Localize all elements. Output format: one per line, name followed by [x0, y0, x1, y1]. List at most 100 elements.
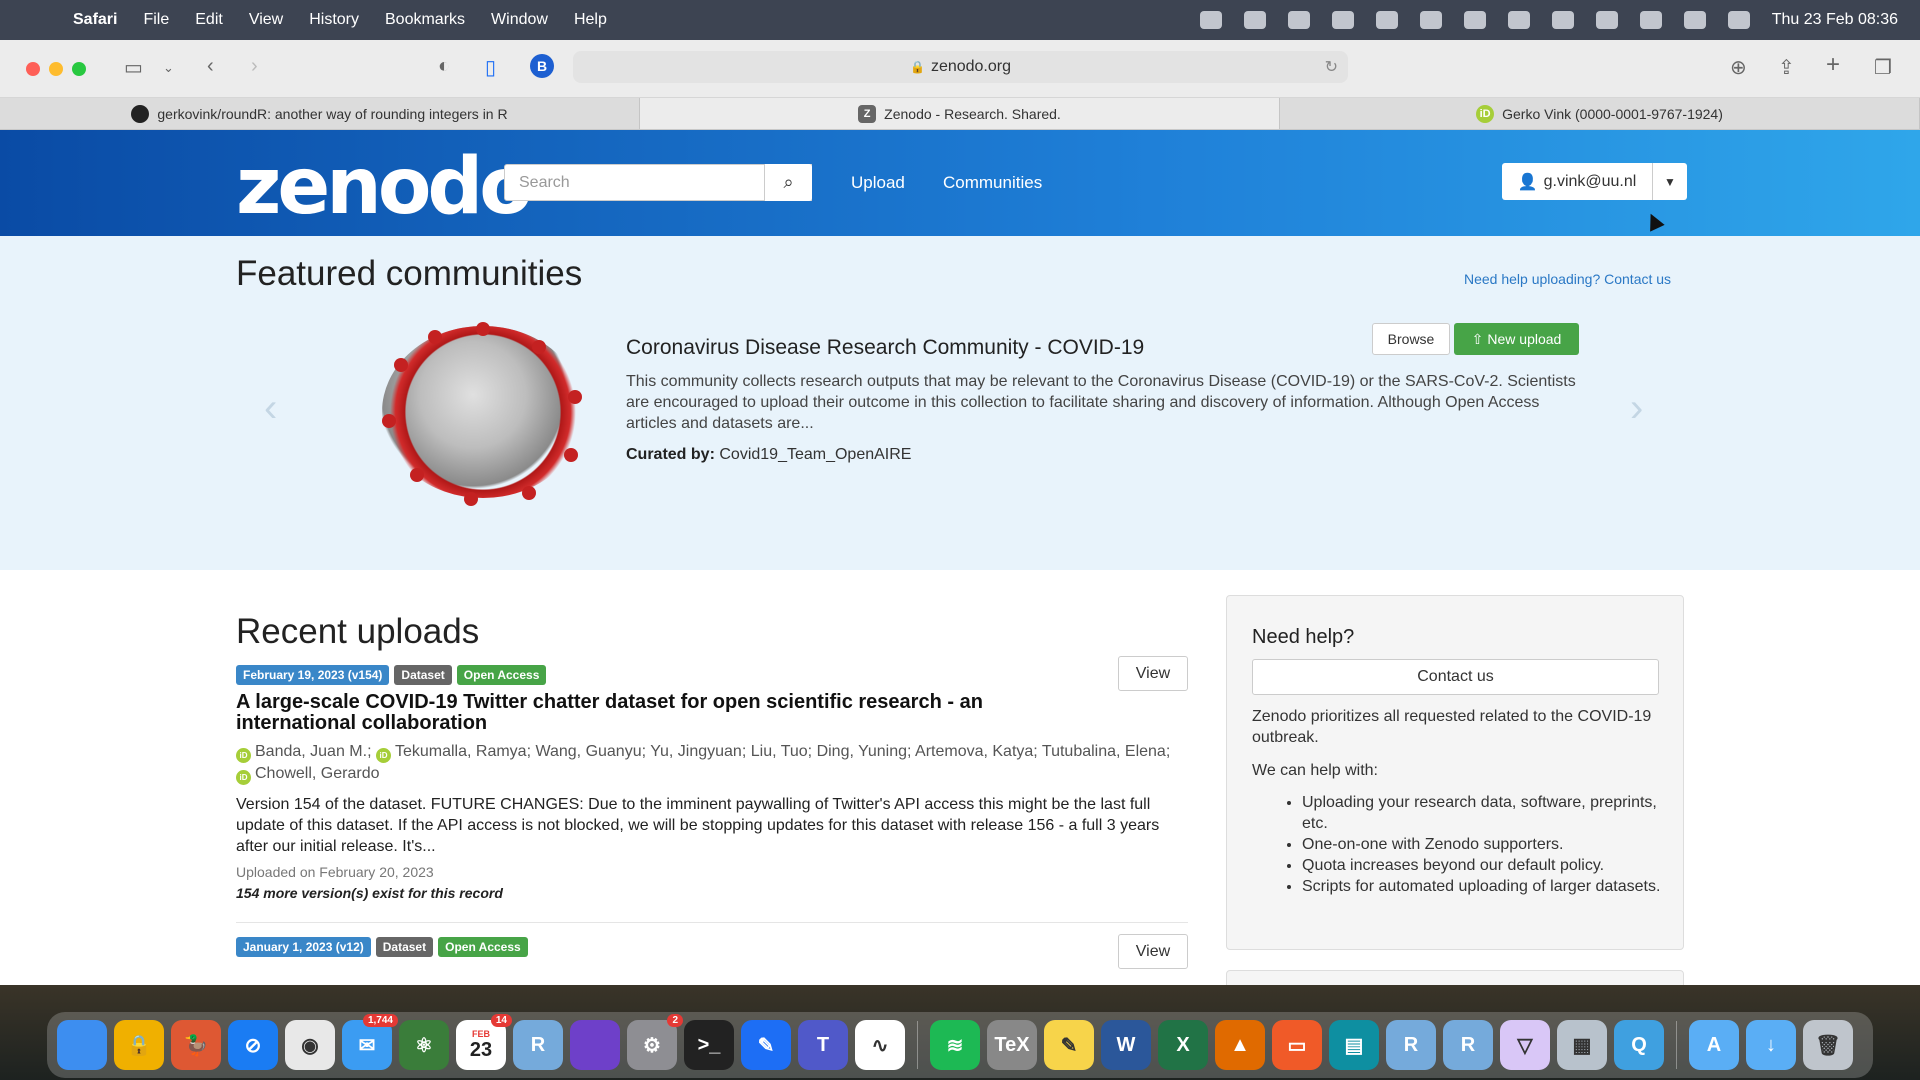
record-date-badge[interactable]: February 19, 2023 (v154): [236, 665, 390, 685]
display-icon[interactable]: [1419, 11, 1442, 29]
moon-icon[interactable]: [1463, 11, 1486, 29]
zoom-window-button[interactable]: [72, 61, 86, 76]
claquette-icon[interactable]: ▤: [1329, 1020, 1379, 1070]
lock-icon[interactable]: 🔒: [114, 1020, 164, 1070]
wifi-icon[interactable]: [1639, 11, 1662, 29]
menu-view[interactable]: View: [236, 11, 296, 29]
play-icon[interactable]: [1551, 11, 1574, 29]
vlc-icon[interactable]: ▲: [1215, 1020, 1265, 1070]
r-gui-icon[interactable]: R: [1443, 1020, 1493, 1070]
help-uploading-link[interactable]: Need help uploading? Contact us: [1464, 271, 1671, 287]
shield-icon[interactable]: ◐: [438, 55, 450, 78]
reload-icon[interactable]: ↻: [1325, 57, 1338, 77]
back-icon[interactable]: ‹: [207, 55, 214, 78]
control-center-icon[interactable]: [1727, 11, 1750, 29]
record-icon[interactable]: [1199, 11, 1222, 29]
orcid-icon[interactable]: iD: [236, 770, 251, 785]
word-icon[interactable]: W: [1101, 1020, 1151, 1070]
record-type-badge[interactable]: Dataset: [394, 665, 452, 685]
record-date-badge[interactable]: January 1, 2023 (v12): [236, 937, 371, 957]
notes-icon[interactable]: ✎: [1044, 1020, 1094, 1070]
vpn-status-icon[interactable]: [1243, 11, 1266, 29]
macos-dock: 🔒 🦆 ⊘ ◉ ✉ 1,744 ⚛ FEB 23 14 R ⚙ 2 >_ ✎ T ∿ ≋ TeX ✎ W X ▲ ▭ ▤ R R ▽ ▦…: [47, 1012, 1873, 1078]
orcid-icon[interactable]: iD: [375, 748, 391, 763]
minimize-window-button[interactable]: [49, 61, 63, 76]
tab-zenodo[interactable]: Z Zenodo - Research. Shared.: [640, 98, 1280, 129]
menu-help[interactable]: Help: [561, 11, 620, 29]
carousel-prev-icon[interactable]: ‹: [264, 386, 277, 431]
orcid-icon[interactable]: iD: [236, 748, 251, 763]
record-access-badge[interactable]: Open Access: [456, 665, 547, 685]
vpn-icon[interactable]: ▽: [1500, 1020, 1550, 1070]
preview-icon[interactable]: ▦: [1557, 1020, 1607, 1070]
finder-icon[interactable]: [57, 1020, 107, 1070]
user-menu-button[interactable]: 👤 g.vink@uu.nl: [1502, 163, 1652, 200]
address-bar[interactable]: 🔒 zenodo.org ↻: [573, 51, 1348, 83]
tex-icon[interactable]: TeX: [987, 1020, 1037, 1070]
toolbox-icon[interactable]: ▭: [1272, 1020, 1322, 1070]
view-record-button[interactable]: View: [1118, 934, 1188, 969]
menu-edit[interactable]: Edit: [182, 11, 236, 29]
user-dropdown-caret[interactable]: ▼: [1652, 163, 1687, 200]
close-window-button[interactable]: [26, 61, 40, 76]
atom-icon[interactable]: ⚛: [399, 1020, 449, 1070]
spotify-icon[interactable]: ≋: [930, 1020, 980, 1070]
search-button[interactable]: ⌕: [764, 164, 812, 201]
spotlight-icon[interactable]: [1683, 11, 1706, 29]
bluetooth-icon[interactable]: [1507, 11, 1530, 29]
tab-overview-icon[interactable]: ❐: [1874, 55, 1892, 80]
menu-history[interactable]: History: [296, 11, 372, 29]
downloads-folder-icon[interactable]: ↓: [1746, 1020, 1796, 1070]
calendar-icon[interactable]: FEB 23 14: [456, 1014, 512, 1070]
xcode-pencil-icon[interactable]: ✎: [741, 1020, 791, 1070]
new-tab-icon[interactable]: +: [1826, 51, 1840, 79]
tab-github-roundr[interactable]: gerkovink/roundR: another way of roundin…: [0, 98, 640, 129]
tab-orcid[interactable]: iD Gerko Vink (0000-0001-9767-1924): [1280, 98, 1920, 129]
record-type-badge[interactable]: Dataset: [375, 937, 434, 957]
excel-icon[interactable]: X: [1158, 1020, 1208, 1070]
chevron-down-icon[interactable]: ⌄: [163, 60, 174, 76]
downloads-icon[interactable]: ⊕: [1730, 55, 1747, 80]
menu-window[interactable]: Window: [478, 11, 561, 29]
curated-by-value: Covid19_Team_OpenAIRE: [719, 446, 912, 463]
r-app-icon[interactable]: R: [1386, 1020, 1436, 1070]
record-versions[interactable]: 154 more version(s) exist for this recor…: [236, 885, 503, 901]
applications-folder-icon[interactable]: A: [1689, 1020, 1739, 1070]
mail-icon[interactable]: ✉ 1,744: [342, 1014, 398, 1070]
new-upload-button[interactable]: ⇧ New upload: [1454, 323, 1579, 355]
menubar-clock[interactable]: Thu 23 Feb 08:36: [1772, 11, 1898, 29]
rstudio-icon[interactable]: R: [513, 1020, 563, 1070]
system-settings-icon[interactable]: ⚙ 2: [627, 1014, 683, 1070]
nav-upload[interactable]: Upload: [851, 173, 905, 193]
carousel-next-icon[interactable]: ›: [1630, 386, 1643, 431]
quicktime-icon[interactable]: Q: [1614, 1020, 1664, 1070]
menu-file[interactable]: File: [130, 11, 182, 29]
github-desktop-icon[interactable]: [570, 1020, 620, 1070]
forward-icon[interactable]: ›: [251, 55, 258, 78]
teams-icon[interactable]: T: [798, 1020, 848, 1070]
safari-icon[interactable]: ⊘: [228, 1020, 278, 1070]
zenodo-logo[interactable]: zenodo: [236, 142, 533, 232]
sidebar-icon[interactable]: ▭: [124, 55, 143, 80]
menu-bookmarks[interactable]: Bookmarks: [372, 11, 478, 29]
chrome-icon[interactable]: ◉: [285, 1020, 335, 1070]
b-extension-icon[interactable]: B: [530, 54, 554, 78]
record-title[interactable]: A large-scale COVID-19 Twitter chatter d…: [236, 692, 1086, 734]
share-icon[interactable]: ⇪: [1778, 55, 1795, 80]
bookmark-extension-icon[interactable]: ▯: [485, 55, 496, 80]
community-title[interactable]: Coronavirus Disease Research Community -…: [626, 336, 1144, 360]
cloud-icon[interactable]: [1287, 11, 1310, 29]
nav-communities[interactable]: Communities: [943, 173, 1042, 193]
record-access-badge[interactable]: Open Access: [438, 937, 528, 957]
contact-us-button[interactable]: Contact us: [1252, 659, 1659, 695]
view-record-button[interactable]: View: [1118, 656, 1188, 691]
office-icon[interactable]: [1375, 11, 1398, 29]
drive-icon[interactable]: [1331, 11, 1354, 29]
battery-icon[interactable]: [1595, 11, 1618, 29]
terminal-icon[interactable]: >_: [684, 1020, 734, 1070]
duckduckgo-icon[interactable]: 🦆: [171, 1020, 221, 1070]
freeform-icon[interactable]: ∿: [855, 1020, 905, 1070]
trash-icon[interactable]: 🗑: [1803, 1020, 1853, 1070]
browse-button[interactable]: Browse: [1372, 323, 1450, 355]
menu-safari[interactable]: Safari: [60, 11, 130, 29]
